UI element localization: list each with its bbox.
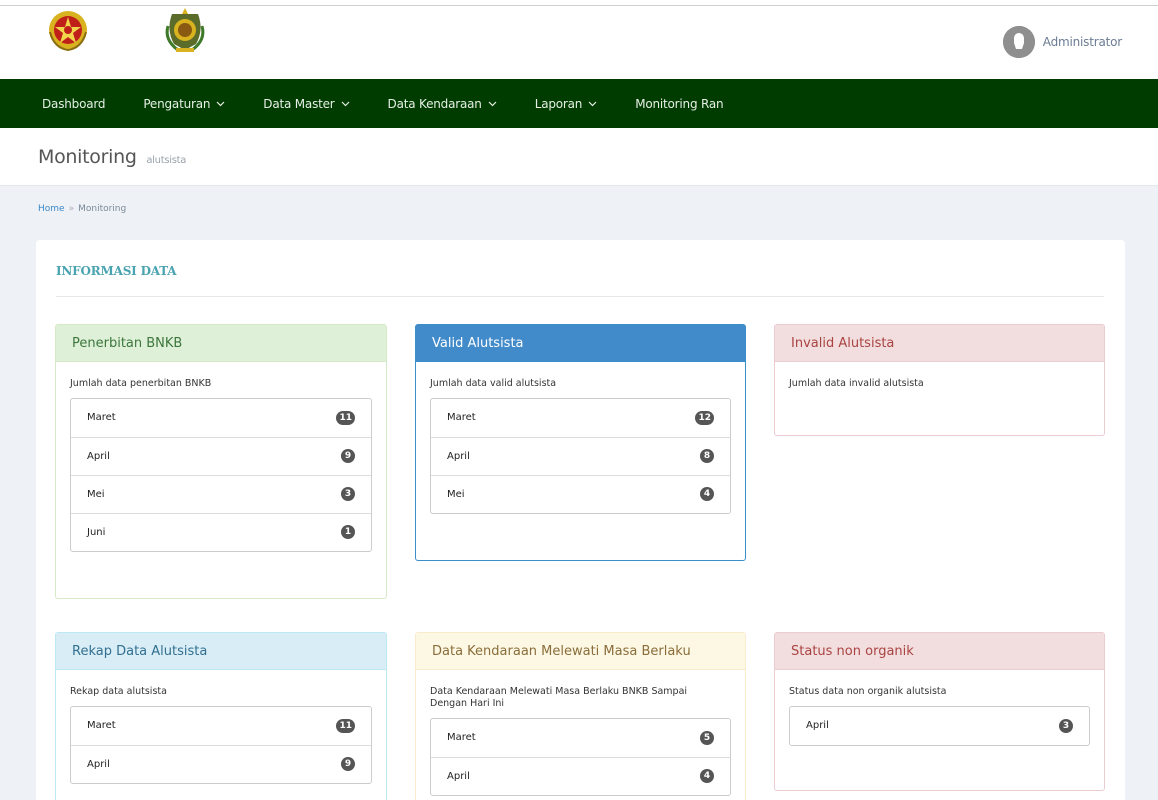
box-description: Jumlah data valid alutsista: [430, 378, 557, 389]
count-badge: 3: [341, 487, 355, 502]
box-title: Invalid Alutsista: [775, 325, 1104, 362]
header: Administrator: [0, 6, 1158, 79]
nav-label: Laporan: [534, 96, 583, 111]
page-subtitle: alutsista: [146, 155, 187, 166]
count-badge: 9: [341, 449, 355, 464]
list-item[interactable]: Maret 11: [71, 399, 371, 437]
list-item[interactable]: Maret 11: [71, 707, 371, 745]
month-label: Juni: [87, 526, 106, 538]
box-data-kendaraan-expired: Data Kendaraan Melewati Masa Berlaku Dat…: [415, 632, 746, 800]
breadcrumb-current: Monitoring: [78, 204, 127, 214]
breadcrumb-separator: »: [68, 204, 75, 214]
main-navbar: Dashboard Pengaturan Data Master Data Ke…: [0, 79, 1158, 128]
list-item[interactable]: Juni 1: [71, 512, 371, 551]
box-status-non-organik: Status non organik Status data non organ…: [774, 632, 1105, 791]
nav-label: Dashboard: [42, 96, 106, 111]
box-title: Penerbitan BNKB: [56, 325, 386, 362]
month-list: Maret 11 April 9 Mei 3 Juni 1: [70, 397, 372, 552]
nav-data-master[interactable]: Data Master: [251, 97, 361, 111]
box-valid-alutsista: Valid Alutsista Jumlah data valid alutsi…: [415, 324, 746, 561]
list-item[interactable]: Maret 5: [431, 719, 730, 757]
user-name[interactable]: Administrator: [1043, 35, 1122, 49]
list-item[interactable]: Mei 4: [431, 474, 730, 513]
count-badge: 1: [341, 525, 355, 540]
chevron-down-icon: [216, 101, 225, 106]
count-badge: 12: [695, 410, 714, 425]
emblem-logo[interactable]: [46, 8, 90, 52]
box-penerbitan-bnkb: Penerbitan BNKB Jumlah data penerbitan B…: [55, 324, 387, 599]
month-label: Mei: [447, 488, 465, 500]
page-title: Monitoring alutsista: [38, 146, 186, 168]
user-menu[interactable]: Administrator: [1002, 26, 1122, 58]
list-item[interactable]: Maret 12: [431, 399, 730, 437]
count-badge: 4: [700, 769, 714, 784]
nav-label: Monitoring Ran: [635, 96, 724, 111]
month-label: April: [447, 770, 470, 782]
month-label: April: [447, 450, 470, 462]
month-label: April: [87, 450, 110, 462]
box-invalid-alutsista: Invalid Alutsista Jumlah data invalid al…: [774, 324, 1105, 436]
breadcrumb-home-link[interactable]: Home: [38, 204, 65, 214]
month-list: April 3: [789, 705, 1090, 746]
box-description: Data Kendaraan Melewati Masa Berlaku BNK…: [430, 686, 688, 709]
list-item[interactable]: Mei 3: [71, 474, 371, 513]
nav-monitoring-ran[interactable]: Monitoring Ran: [623, 97, 735, 111]
nav-pengaturan[interactable]: Pengaturan: [131, 97, 237, 111]
count-badge: 11: [336, 718, 355, 733]
month-label: Maret: [87, 720, 116, 732]
nav-laporan[interactable]: Laporan: [523, 97, 610, 111]
box-description: Status data non organik alutsista: [789, 686, 947, 697]
month-list: Maret 5 April 4: [430, 717, 731, 796]
box-description: Jumlah data invalid alutsista: [789, 378, 924, 389]
month-label: Maret: [447, 732, 476, 744]
page-title-text: Monitoring: [38, 146, 137, 168]
nav-label: Data Master: [263, 96, 335, 111]
info-panel: INFORMASI DATA Penerbitan BNKB Jumlah da…: [36, 240, 1125, 800]
nav-data-kendaraan[interactable]: Data Kendaraan: [376, 97, 509, 111]
chevron-down-icon: [341, 101, 349, 106]
user-avatar-icon[interactable]: [1002, 26, 1035, 58]
box-description: Rekap data alutsista: [70, 686, 167, 697]
page-title-bar: Monitoring alutsista: [0, 128, 1158, 186]
count-badge: 8: [700, 449, 714, 464]
box-title: Data Kendaraan Melewati Masa Berlaku: [416, 633, 745, 670]
month-label: Maret: [87, 412, 116, 424]
box-title: Rekap Data Alutsista: [56, 633, 386, 670]
box-title: Status non organik: [775, 633, 1104, 670]
nav-label: Pengaturan: [143, 96, 211, 111]
count-badge: 9: [341, 757, 355, 772]
list-item[interactable]: April 4: [431, 756, 730, 795]
count-badge: 5: [700, 730, 714, 745]
chevron-down-icon: [588, 101, 597, 106]
month-label: April: [806, 720, 829, 732]
list-item[interactable]: April 9: [71, 436, 371, 475]
list-item[interactable]: April 9: [71, 744, 371, 783]
breadcrumb: Home» Monitoring: [38, 204, 126, 214]
nav-dashboard[interactable]: Dashboard: [30, 97, 117, 111]
count-badge: 4: [700, 487, 714, 502]
list-item[interactable]: April 8: [431, 436, 730, 475]
chevron-down-icon: [488, 101, 497, 106]
nav-label: Data Kendaraan: [387, 96, 482, 111]
list-item[interactable]: April 3: [790, 707, 1089, 745]
month-list: Maret 11 April 9: [70, 705, 372, 784]
month-label: Mei: [87, 488, 105, 500]
box-description: Jumlah data penerbitan BNKB: [70, 378, 212, 389]
month-label: Maret: [447, 412, 476, 424]
panel-title: INFORMASI DATA: [56, 264, 177, 278]
count-badge: 3: [1059, 718, 1073, 733]
box-title: Valid Alutsista: [416, 325, 745, 362]
divider: [56, 296, 1104, 297]
military-crest-logo[interactable]: [162, 6, 208, 54]
count-badge: 11: [336, 410, 355, 425]
box-rekap-data-alutsista: Rekap Data Alutsista Rekap data alutsist…: [55, 632, 387, 800]
month-list: Maret 12 April 8 Mei 4: [430, 397, 731, 514]
month-label: April: [87, 758, 110, 770]
